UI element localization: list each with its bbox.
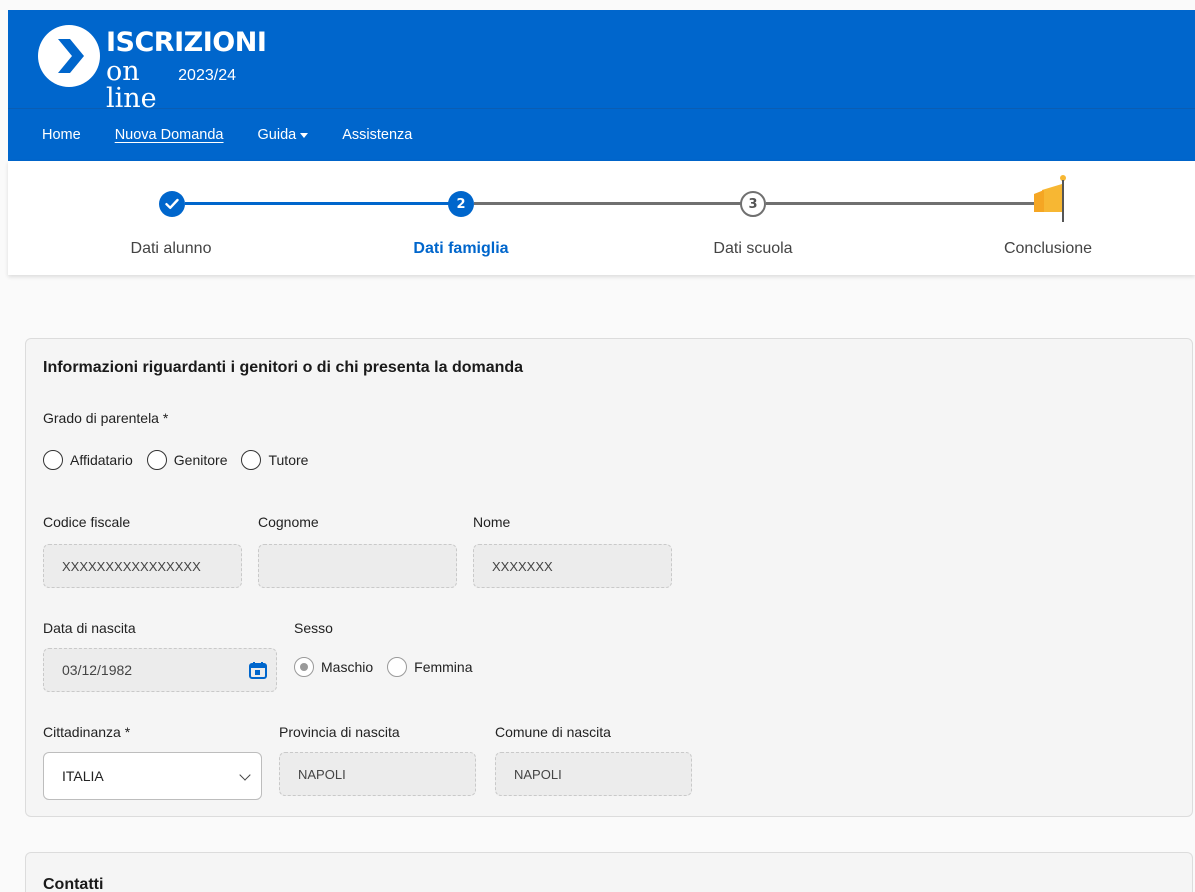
logo-subtitle: on line bbox=[106, 56, 157, 114]
step-connector-1 bbox=[185, 202, 462, 205]
radio-affidatario-label: Affidatario bbox=[70, 452, 133, 468]
radio-tutore[interactable]: Tutore bbox=[241, 450, 308, 470]
sex-label: Sesso bbox=[294, 620, 333, 636]
birth-city-field[interactable]: NAPOLI bbox=[495, 752, 692, 796]
nome-field[interactable]: XXXXXXX bbox=[473, 544, 672, 588]
radio-maschio-label: Maschio bbox=[321, 659, 374, 675]
cognome-field[interactable] bbox=[258, 544, 457, 588]
iscrizioni-online-logo[interactable]: ISCRIZIONI on line 2023/24 bbox=[38, 25, 267, 115]
step-label-dati-scuola: Dati scuola bbox=[713, 240, 793, 257]
logo-arrow-icon bbox=[38, 25, 100, 87]
step-connector-3 bbox=[766, 202, 1040, 205]
main-nav: Home Nuova Domanda Guida Assistenza bbox=[8, 108, 1195, 161]
citizenship-select[interactable]: ITALIA bbox=[43, 752, 262, 800]
birth-date-label: Data di nascita bbox=[43, 620, 136, 636]
birth-date-value: 03/12/1982 bbox=[62, 662, 133, 678]
progress-stepper: 2 3 Dati alunno Dati famiglia Dati scuol… bbox=[8, 161, 1195, 275]
radio-circle bbox=[241, 450, 262, 470]
logo-year: 2023/24 bbox=[178, 67, 236, 84]
citizenship-label: Cittadinanza * bbox=[43, 724, 131, 740]
parents-info-card: Informazioni riguardanti i genitori o di… bbox=[25, 338, 1193, 817]
radio-affidatario[interactable]: Affidatario bbox=[43, 450, 133, 470]
citizenship-value: ITALIA bbox=[62, 768, 104, 784]
birth-city-label: Comune di nascita bbox=[495, 724, 611, 740]
nav-guida[interactable]: Guida bbox=[258, 127, 309, 143]
cognome-label: Cognome bbox=[258, 514, 319, 530]
site-header: ISCRIZIONI on line 2023/24 bbox=[8, 10, 1195, 115]
sex-radio-group: Maschio Femmina bbox=[294, 657, 487, 677]
radio-femmina-label: Femmina bbox=[414, 659, 473, 675]
nav-assistenza[interactable]: Assistenza bbox=[342, 127, 412, 143]
radio-circle bbox=[146, 450, 167, 470]
parents-card-title: Informazioni riguardanti i genitori o di… bbox=[43, 359, 524, 376]
step-1-check-icon bbox=[159, 191, 185, 217]
codice-fiscale-field[interactable]: XXXXXXXXXXXXXXXX bbox=[43, 544, 242, 588]
finish-flag-icon bbox=[1030, 174, 1070, 228]
nav-home[interactable]: Home bbox=[42, 127, 81, 143]
radio-femmina[interactable]: Femmina bbox=[387, 657, 473, 677]
nome-label: Nome bbox=[473, 514, 511, 530]
logo-title: ISCRIZIONI bbox=[106, 27, 267, 58]
radio-circle-checked bbox=[294, 657, 314, 677]
radio-genitore-label: Genitore bbox=[173, 452, 228, 468]
radio-tutore-label: Tutore bbox=[268, 452, 309, 468]
contacts-card: Contatti bbox=[25, 852, 1193, 892]
step-2-number: 2 bbox=[448, 191, 474, 217]
step-label-dati-alunno: Dati alunno bbox=[130, 240, 212, 257]
radio-maschio[interactable]: Maschio bbox=[294, 657, 373, 677]
relationship-radio-group: Affidatario Genitore Tutore bbox=[43, 450, 322, 470]
radio-circle bbox=[387, 657, 408, 677]
calendar-icon[interactable] bbox=[248, 660, 268, 683]
step-label-conclusione: Conclusione bbox=[1003, 240, 1093, 257]
chevron-down-icon bbox=[239, 769, 251, 781]
radio-genitore[interactable]: Genitore bbox=[146, 450, 228, 470]
radio-circle bbox=[43, 450, 63, 470]
step-label-dati-famiglia: Dati famiglia bbox=[413, 240, 509, 257]
caret-down-icon bbox=[300, 132, 309, 138]
birth-date-field[interactable]: 03/12/1982 bbox=[43, 648, 277, 692]
nav-nuova-domanda[interactable]: Nuova Domanda bbox=[115, 127, 224, 143]
step-connector-2 bbox=[474, 202, 754, 205]
step-3-number: 3 bbox=[740, 191, 766, 217]
codice-fiscale-label: Codice fiscale bbox=[43, 514, 131, 530]
relationship-label: Grado di parentela * bbox=[43, 410, 169, 426]
contacts-card-title: Contatti bbox=[43, 876, 104, 892]
nav-guida-label: Guida bbox=[257, 127, 297, 143]
logo-text: ISCRIZIONI on line 2023/24 bbox=[56, 25, 267, 115]
birth-province-field[interactable]: NAPOLI bbox=[279, 752, 476, 796]
birth-province-label: Provincia di nascita bbox=[279, 724, 400, 740]
